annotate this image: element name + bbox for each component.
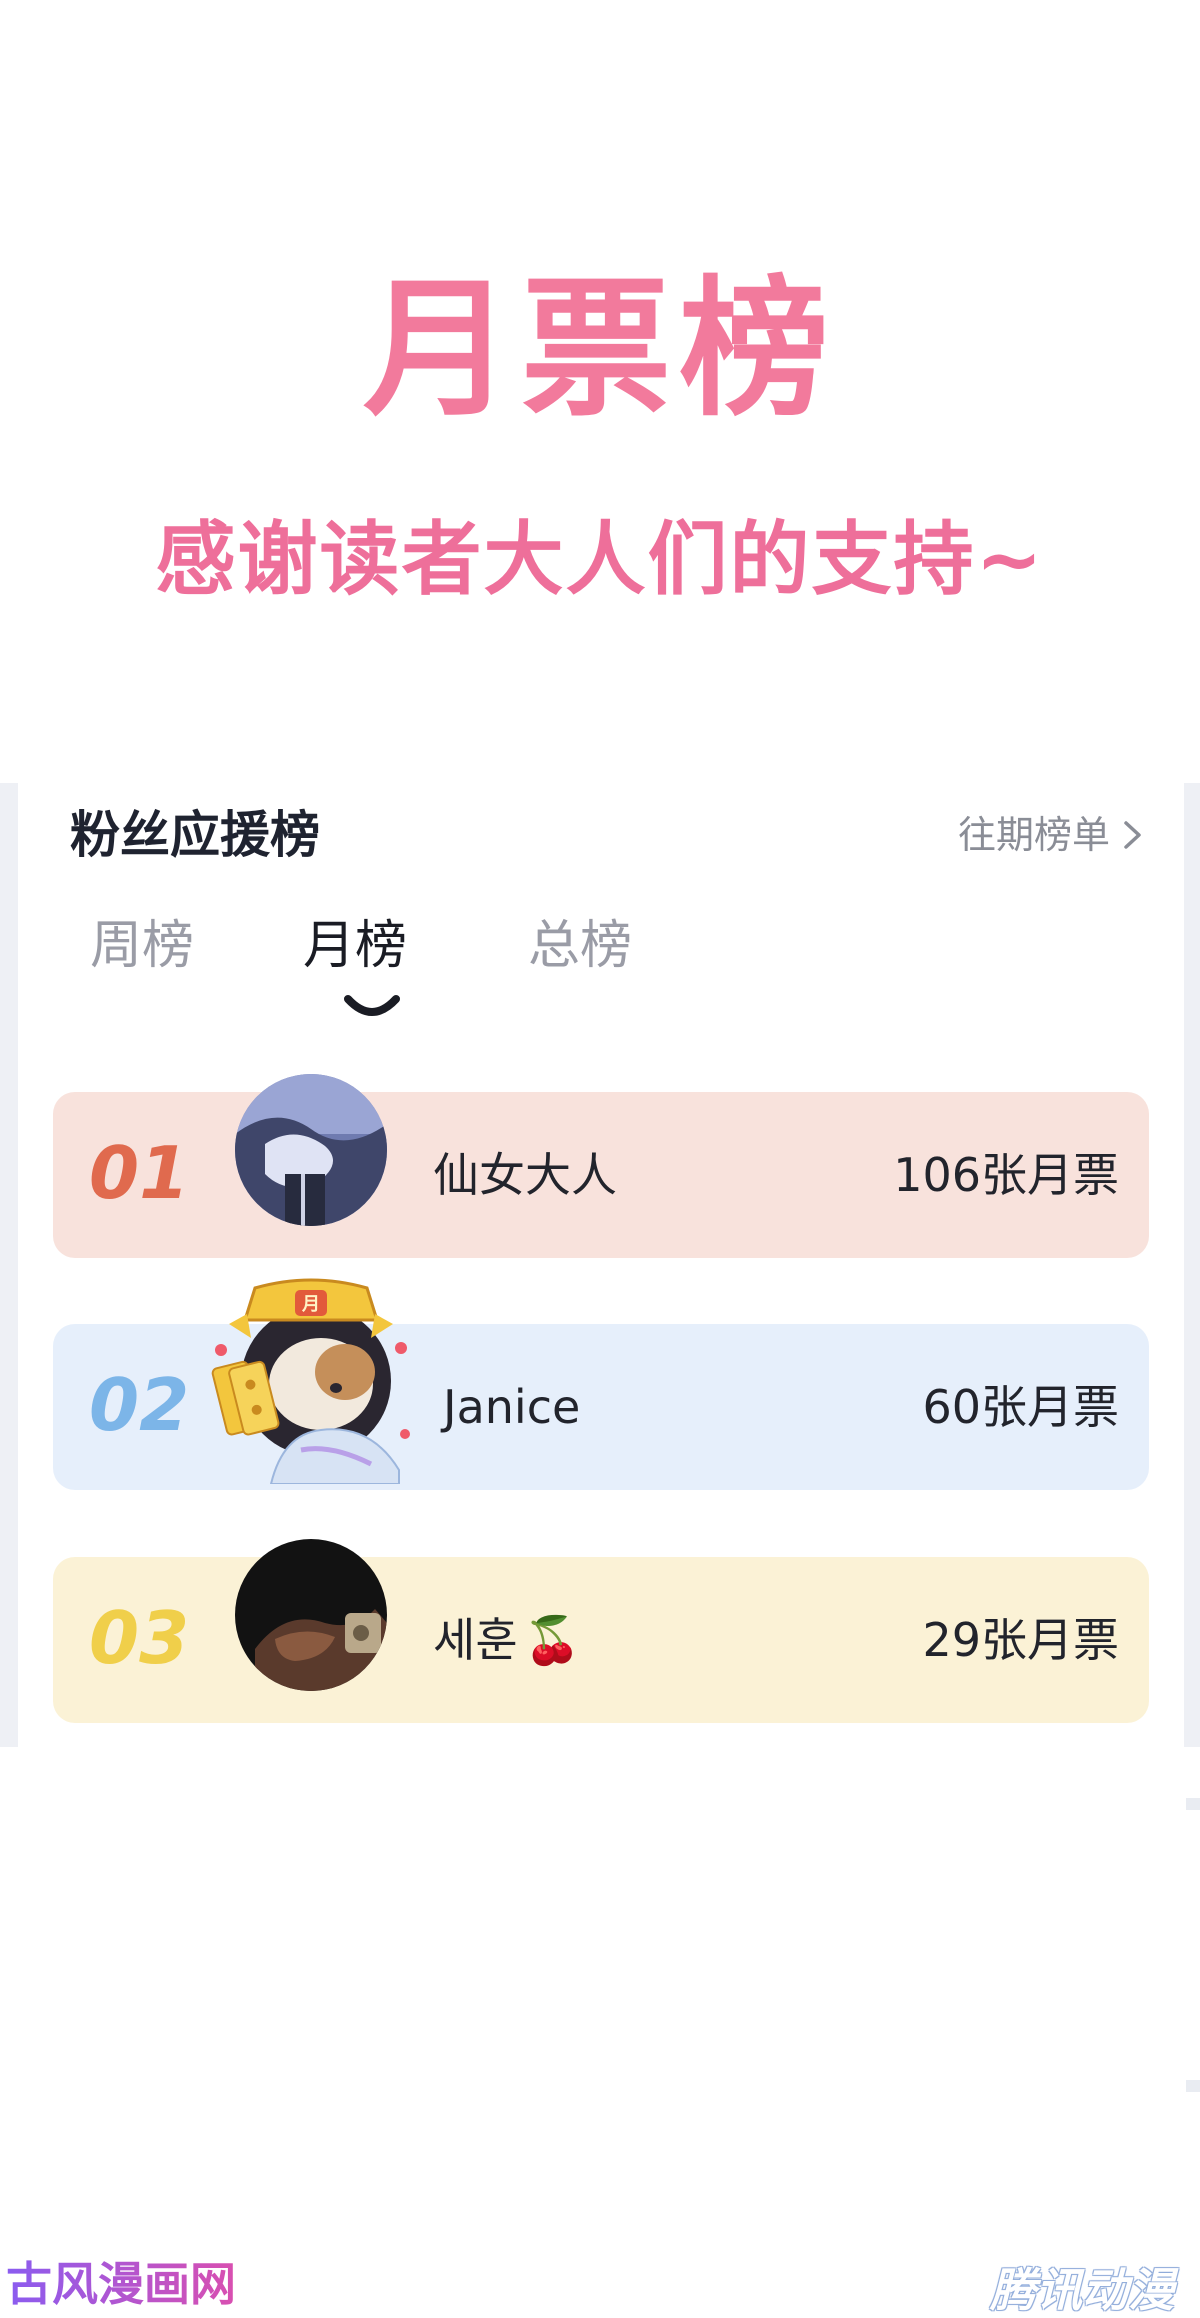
user-name: 仙女大人 [433, 1148, 617, 1202]
vote-count: 106张月票 [893, 1148, 1119, 1202]
avatar[interactable] [235, 1539, 387, 1691]
user-name: 세훈 🍒 [433, 1607, 581, 1673]
list-item[interactable]: 03 세훈 🍒 29张月票 [53, 1539, 1149, 1723]
avatar-frame-decoration: 月 [211, 1278, 410, 1484]
svg-text:月: 月 [301, 1294, 320, 1314]
watermark-right: 腾讯动漫 [990, 2263, 1174, 2317]
rank-number: 02 [89, 1363, 190, 1447]
vote-count: 60张月票 [922, 1380, 1119, 1434]
ranking-tabs: 周榜 月榜 总榜 [70, 913, 970, 1033]
watermark-left: 古风漫画网 [6, 2257, 236, 2311]
avatar[interactable] [235, 1074, 387, 1226]
rank-number: 03 [89, 1596, 190, 1680]
rank-number: 01 [89, 1131, 190, 1215]
edge-mark [1186, 1798, 1200, 1810]
user-name: Janice [443, 1380, 581, 1434]
active-tab-indicator [344, 995, 400, 1016]
list-item[interactable]: 02 月 Janice 60张月票 [53, 1278, 1149, 1490]
cherry-icon: 🍒 [523, 1613, 581, 1667]
history-link[interactable]: 往期榜单 [958, 803, 1144, 867]
history-link-label: 往期榜单 [957, 813, 1110, 857]
list-item[interactable]: 01 仙女大人 106张月票 [53, 1074, 1149, 1258]
fan-support-card: 粉丝应援榜 往期榜单 周榜 月榜 总榜 01 仙女大人 106张月票 02 月 … [0, 783, 1184, 1747]
card-heading: 粉丝应援榜 [70, 806, 320, 864]
vote-count: 29张月票 [922, 1613, 1119, 1667]
chevron-right-icon [1124, 821, 1141, 849]
edge-mark [1186, 2080, 1200, 2092]
banner-title: 月票榜 [362, 263, 837, 437]
tab-monthly[interactable]: 月榜 [303, 913, 407, 979]
card-right-edge [1184, 783, 1200, 1747]
banner-subtitle: 感谢读者大人们的支持~ [155, 513, 1045, 606]
tab-weekly[interactable]: 周榜 [90, 913, 194, 979]
tab-overall[interactable]: 总榜 [528, 913, 632, 979]
